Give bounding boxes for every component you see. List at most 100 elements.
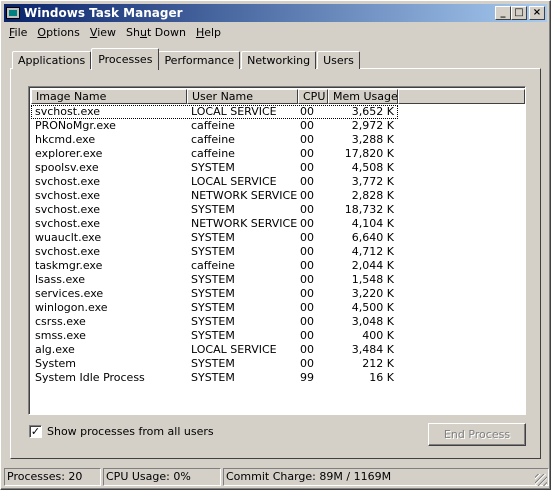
end-process-button[interactable]: End Process (428, 423, 526, 446)
process-row[interactable]: alg.exe LOCAL SERVICE 00 3,484 K (31, 343, 398, 357)
tab-users[interactable]: Users (317, 51, 360, 69)
process-cpu: 00 (300, 217, 314, 230)
status-bar: Processes: 20 CPU Usage: 0% Commit Charg… (4, 468, 551, 486)
process-user-name: SYSTEM (191, 357, 235, 370)
column-user-name[interactable]: User Name (187, 89, 298, 104)
process-row[interactable]: smss.exe SYSTEM 00 400 K (31, 329, 398, 343)
process-user-name: SYSTEM (191, 245, 235, 258)
process-row[interactable]: csrss.exe SYSTEM 00 3,048 K (31, 315, 398, 329)
menu-file[interactable]: File (4, 26, 32, 39)
process-cpu: 00 (300, 259, 314, 272)
process-mem-usage: 3,048 K (351, 315, 394, 328)
tab-applications[interactable]: Applications (12, 51, 92, 69)
process-row[interactable]: svchost.exe SYSTEM 00 18,732 K (31, 203, 398, 217)
process-mem-usage: 2,828 K (351, 189, 394, 202)
task-manager-icon (6, 7, 20, 19)
close-button[interactable]: × (529, 6, 545, 20)
process-mem-usage: 3,772 K (351, 175, 394, 188)
process-mem-usage: 3,288 K (351, 133, 394, 146)
menu-shut-down[interactable]: Shut Down (121, 26, 191, 39)
process-cpu: 00 (300, 287, 314, 300)
status-commit-charge: Commit Charge: 89M / 1169M (223, 468, 549, 486)
process-user-name: SYSTEM (191, 371, 235, 384)
process-mem-usage: 2,044 K (351, 259, 394, 272)
process-image-name: alg.exe (35, 343, 75, 356)
title-bar[interactable]: Windows Task Manager _ □ × (4, 4, 547, 22)
process-row[interactable]: svchost.exe NETWORK SERVICE 00 4,104 K (31, 217, 398, 231)
tab-processes[interactable]: Processes (91, 48, 160, 70)
process-mem-usage: 18,732 K (344, 203, 394, 216)
process-image-name: spoolsv.exe (35, 161, 99, 174)
menu-view[interactable]: View (85, 26, 121, 39)
process-user-name: caffeine (191, 259, 235, 272)
process-row[interactable]: explorer.exe caffeine 00 17,820 K (31, 147, 398, 161)
process-image-name: explorer.exe (35, 147, 103, 160)
process-image-name: csrss.exe (35, 315, 86, 328)
process-cpu: 00 (300, 315, 314, 328)
column-empty (398, 89, 525, 104)
process-cpu: 00 (300, 357, 314, 370)
maximize-button[interactable]: □ (511, 6, 527, 20)
process-row[interactable]: taskmgr.exe caffeine 00 2,044 K (31, 259, 398, 273)
process-image-name: svchost.exe (35, 245, 101, 258)
process-row[interactable]: winlogon.exe SYSTEM 00 4,500 K (31, 301, 398, 315)
process-cpu: 00 (300, 189, 314, 202)
menu-help[interactable]: Help (191, 26, 226, 39)
process-cpu: 00 (300, 119, 314, 132)
process-image-name: svchost.exe (35, 217, 101, 230)
process-row[interactable]: svchost.exe LOCAL SERVICE 00 3,652 K (31, 105, 398, 119)
process-user-name: NETWORK SERVICE (191, 217, 298, 230)
process-cpu: 00 (300, 133, 314, 146)
process-cpu: 00 (300, 231, 314, 244)
process-image-name: svchost.exe (35, 105, 101, 118)
tab-performance[interactable]: Performance (158, 51, 241, 69)
tab-networking[interactable]: Networking (241, 51, 317, 69)
process-row[interactable]: hkcmd.exe caffeine 00 3,288 K (31, 133, 398, 147)
show-all-users-checkbox[interactable]: ✓ (29, 425, 42, 438)
process-image-name: wuauclt.exe (35, 231, 102, 244)
process-row[interactable]: services.exe SYSTEM 00 3,220 K (31, 287, 398, 301)
process-cpu: 99 (300, 371, 314, 384)
column-mem-usage[interactable]: Mem Usage (328, 89, 398, 104)
process-row[interactable]: svchost.exe NETWORK SERVICE 00 2,828 K (31, 189, 398, 203)
process-mem-usage: 2,972 K (351, 119, 394, 132)
process-row[interactable]: PRONoMgr.exe caffeine 00 2,972 K (31, 119, 398, 133)
menu-options[interactable]: Options (32, 26, 84, 39)
status-processes: Processes: 20 (4, 468, 101, 486)
process-image-name: taskmgr.exe (35, 259, 103, 272)
minimize-button[interactable]: _ (495, 6, 511, 20)
show-all-users-label[interactable]: Show processes from all users (47, 425, 214, 438)
process-image-name: svchost.exe (35, 203, 101, 216)
window-title: Windows Task Manager (24, 6, 183, 20)
process-user-name: caffeine (191, 119, 235, 132)
process-user-name: caffeine (191, 147, 235, 160)
process-mem-usage: 3,484 K (351, 343, 394, 356)
process-image-name: System (35, 357, 77, 370)
process-row[interactable]: svchost.exe SYSTEM 00 4,712 K (31, 245, 398, 259)
menu-bar: File Options View Shut Down Help (4, 23, 226, 42)
process-row[interactable]: lsass.exe SYSTEM 00 1,548 K (31, 273, 398, 287)
show-all-users-option[interactable]: ✓ Show processes from all users (29, 425, 214, 438)
column-image-name[interactable]: Image Name (31, 89, 187, 104)
process-user-name: SYSTEM (191, 315, 235, 328)
process-cpu: 00 (300, 301, 314, 314)
process-cpu: 00 (300, 343, 314, 356)
process-list[interactable]: Image Name User Name CPU Mem Usage svcho… (28, 86, 526, 415)
resize-grip[interactable] (535, 474, 547, 486)
column-cpu[interactable]: CPU (298, 89, 328, 104)
process-row[interactable]: wuauclt.exe SYSTEM 00 6,640 K (31, 231, 398, 245)
process-user-name: SYSTEM (191, 287, 235, 300)
process-row[interactable]: System SYSTEM 00 212 K (31, 357, 398, 371)
process-mem-usage: 3,220 K (351, 287, 394, 300)
process-mem-usage: 16 K (369, 371, 394, 384)
process-row[interactable]: spoolsv.exe SYSTEM 00 4,508 K (31, 161, 398, 175)
process-mem-usage: 4,500 K (351, 301, 394, 314)
process-mem-usage: 400 K (362, 329, 394, 342)
process-row[interactable]: svchost.exe LOCAL SERVICE 00 3,772 K (31, 175, 398, 189)
process-mem-usage: 4,712 K (351, 245, 394, 258)
process-image-name: lsass.exe (35, 273, 85, 286)
process-cpu: 00 (300, 175, 314, 188)
process-row[interactable]: System Idle Process SYSTEM 99 16 K (31, 371, 398, 385)
list-header: Image Name User Name CPU Mem Usage (31, 89, 525, 104)
process-user-name: LOCAL SERVICE (191, 343, 277, 356)
